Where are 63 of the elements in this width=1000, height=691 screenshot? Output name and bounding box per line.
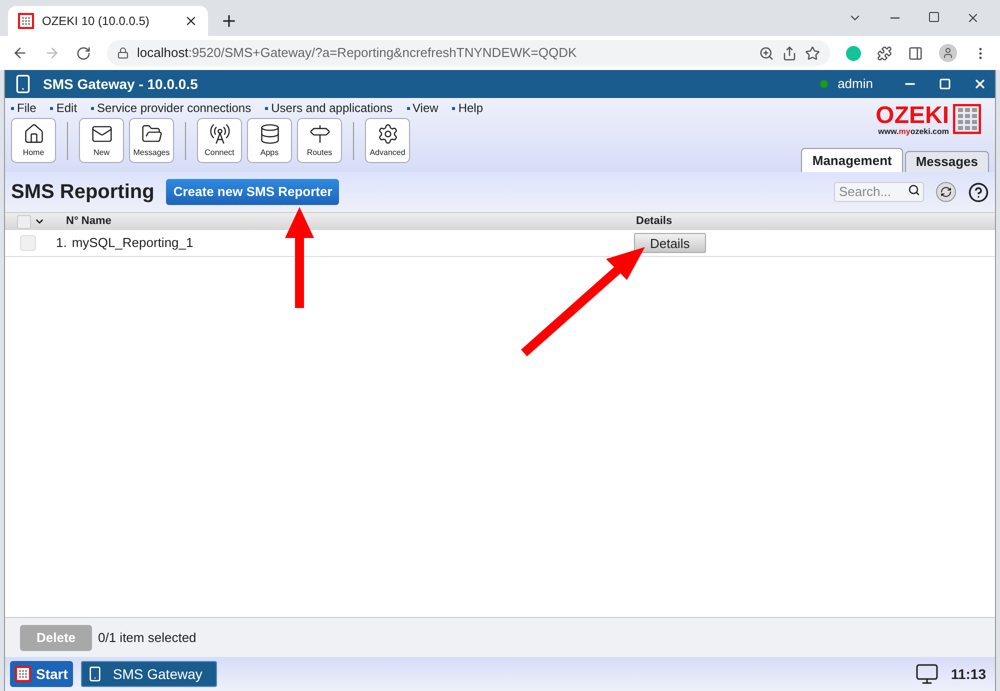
toolbar-button[interactable]: Apps	[247, 118, 292, 163]
tab[interactable]: Messages	[904, 151, 989, 172]
reporter-name[interactable]: mySQL_Reporting_1	[72, 233, 634, 253]
selection-count: 0/1 item selected	[98, 628, 196, 647]
reload-icon[interactable]	[76, 46, 91, 60]
column-header: Details	[636, 214, 672, 230]
menu-item[interactable]: View	[406, 99, 438, 117]
new-tab-icon[interactable]	[220, 12, 238, 30]
select-all-checkbox[interactable]	[17, 214, 31, 228]
help-icon[interactable]	[968, 182, 989, 202]
toolbar-button[interactable]: Connect	[197, 118, 242, 163]
back-icon[interactable]	[12, 45, 28, 61]
tab-logo-icon	[18, 13, 34, 29]
address-bar[interactable]: localhost:9520/SMS+Gateway/?a=Reporting&ncrefreshTNYNDEWK=QQDK	[107, 40, 830, 66]
close-icon[interactable]	[973, 77, 987, 91]
clock: 11:13	[950, 664, 986, 684]
logo-url: www.myozeki.com	[878, 128, 949, 136]
browser-tab[interactable]: OZEKI 10 (10.0.0.5)	[8, 6, 208, 36]
phone-icon	[86, 666, 103, 682]
zoom-icon[interactable]	[759, 46, 774, 60]
keypad-logo-icon	[953, 104, 981, 134]
tab[interactable]: Management	[801, 148, 903, 172]
menu-item[interactable]: File	[11, 99, 36, 117]
row-number: 1.	[56, 234, 67, 252]
create-reporter-button[interactable]: Create new SMS Reporter	[166, 179, 340, 205]
close-icon[interactable]	[184, 14, 198, 28]
user-name: admin	[838, 75, 873, 94]
taskbar-app-button[interactable]: SMS Gateway	[80, 661, 217, 687]
row-checkbox[interactable]	[20, 235, 36, 251]
app-title: SMS Gateway - 10.0.0.5	[43, 74, 199, 94]
maximize-icon[interactable]	[928, 11, 940, 23]
toolbar-button[interactable]: Advanced	[365, 118, 410, 163]
monitor-icon[interactable]	[914, 662, 939, 686]
share-icon[interactable]	[782, 46, 797, 60]
extensions-icon[interactable]	[877, 46, 892, 60]
menu-item[interactable]: Edit	[50, 99, 78, 117]
page-title: SMS Reporting	[11, 180, 154, 205]
toolbar-button[interactable]: Routes	[297, 118, 342, 163]
database-icon	[258, 122, 280, 144]
house-icon	[22, 122, 44, 144]
signpost-icon	[308, 122, 330, 144]
side-panel-icon[interactable]	[908, 46, 923, 60]
settings-icon	[376, 122, 398, 144]
toolbar-button[interactable]: New	[79, 118, 124, 163]
toolbar-button[interactable]: Messages	[129, 118, 174, 163]
profile-avatar[interactable]	[939, 44, 957, 62]
bookmark-star-icon[interactable]	[805, 46, 820, 60]
logo-text: OZEKI	[876, 104, 949, 128]
grid-logo-icon	[15, 666, 31, 682]
close-icon[interactable]	[966, 11, 980, 25]
search-icon	[908, 184, 920, 196]
menu-item[interactable]: Users and applications	[265, 99, 393, 117]
folder-icon	[140, 122, 162, 144]
refresh-icon[interactable]	[936, 182, 956, 202]
column-header: N° Name	[66, 214, 112, 230]
menu-item[interactable]: Service provider connections	[91, 99, 252, 117]
start-button[interactable]: Start	[10, 661, 73, 687]
antenna-icon	[208, 122, 230, 144]
menu-item[interactable]: Help	[452, 99, 483, 117]
details-button[interactable]: Details	[634, 233, 706, 253]
toolbar-button[interactable]: Home	[11, 118, 56, 163]
search-field[interactable]: Search...	[834, 182, 924, 202]
lock-icon	[117, 47, 129, 59]
